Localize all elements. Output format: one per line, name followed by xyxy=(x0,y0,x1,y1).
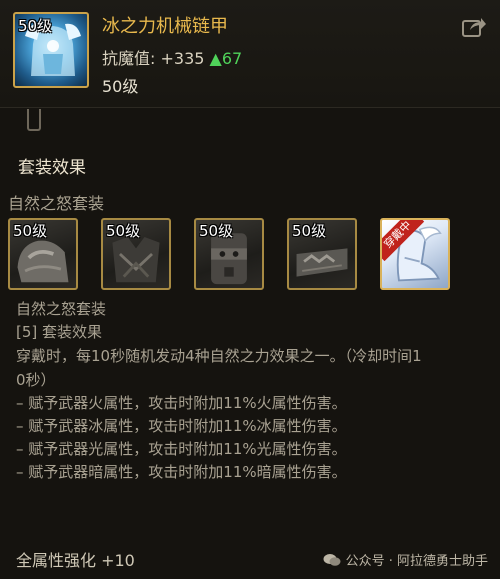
effect-dark: – 赋予武器暗属性，攻击时附加11%暗属性伤害。 xyxy=(16,463,347,481)
item-icon-level: 50级 xyxy=(18,17,53,35)
effect-ice: – 赋予武器冰属性，攻击时附加11%冰属性伤害。 xyxy=(16,417,347,435)
wechat-icon xyxy=(323,553,341,566)
slot-level: 50级 xyxy=(13,222,48,240)
effect-tier: [5] 套装效果 xyxy=(16,323,103,341)
set-slot-boot[interactable]: 穿戴中 xyxy=(380,218,450,290)
watermark: 公众号 · 阿拉德勇士助手 xyxy=(323,550,488,569)
stat-line: 抗魔值: +335 ▲67 xyxy=(102,45,242,69)
increase-arrow: ▲ xyxy=(209,49,222,68)
set-description: 自然之怒套装 [5] 套装效果 穿戴时，每10秒随机发动4种自然之力效果之一。（… xyxy=(16,298,486,484)
share-icon[interactable] xyxy=(462,16,486,38)
slot-level: 50级 xyxy=(106,222,141,240)
watermark-text: 公众号 · 阿拉德勇士助手 xyxy=(345,554,488,569)
stat-label: 抗魔值: xyxy=(102,49,156,68)
slot-level: 50级 xyxy=(292,222,327,240)
stat-increase: 67 xyxy=(221,49,243,68)
set-effect-title: 套装效果 xyxy=(18,158,86,178)
set-slot-shoulder[interactable]: 50级 xyxy=(8,218,78,290)
item-header: 50级 冰之力机械链甲 抗魔值: +335 ▲67 50级 xyxy=(0,0,500,108)
effect-light: – 赋予武器光属性，攻击时附加11%光属性伤害。 xyxy=(16,440,347,458)
set-slots: 50级 50级 50级 50级 穿戴中 xyxy=(8,218,468,290)
stat-value: +335 xyxy=(160,49,205,68)
item-level: 50级 xyxy=(102,77,139,96)
set-name: 自然之怒套装 xyxy=(8,194,105,213)
slot-level: 50级 xyxy=(199,222,234,240)
set-slot-leg[interactable]: 50级 xyxy=(287,218,357,290)
item-name: 冰之力机械链甲 xyxy=(102,16,228,37)
effect-fire: – 赋予武器火属性，攻击时附加11%火属性伤害。 xyxy=(16,394,347,412)
collapse-tab xyxy=(27,109,41,131)
set-slot-chest[interactable]: 50级 xyxy=(101,218,171,290)
all-stat-bonus: 全属性强化 +10 xyxy=(16,551,135,570)
effect-description-cont: 0秒） xyxy=(16,371,56,389)
effect-set-name: 自然之怒套装 xyxy=(16,300,107,318)
item-icon[interactable]: 50级 xyxy=(13,12,89,88)
effect-description: 穿戴时，每10秒随机发动4种自然之力效果之一。（冷却时间1 xyxy=(16,347,422,365)
set-slot-belt[interactable]: 50级 xyxy=(194,218,264,290)
